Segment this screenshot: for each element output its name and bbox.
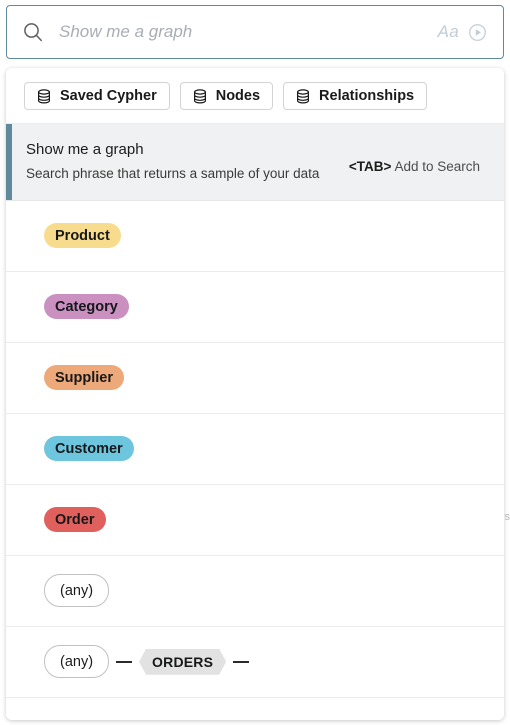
search-icon bbox=[7, 20, 59, 44]
any-node-pill[interactable]: (any) bbox=[44, 645, 110, 679]
suggestion-hint-action: Add to Search bbox=[394, 159, 480, 174]
filter-chips-row: Saved Cypher Nodes Relationships bbox=[6, 68, 504, 124]
highlighted-suggestion-row[interactable]: Show me a graph Search phrase that retur… bbox=[6, 124, 504, 201]
filter-chip-label: Relationships bbox=[319, 88, 415, 104]
list-item[interactable]: Order bbox=[6, 484, 504, 556]
relationship-line-icon bbox=[116, 660, 133, 663]
node-label-pill[interactable]: Category bbox=[44, 294, 129, 320]
list-item[interactable]: Supplier bbox=[6, 342, 504, 414]
list-item[interactable]: Category bbox=[6, 271, 504, 343]
filter-chip-label: Nodes bbox=[215, 88, 261, 104]
list-item[interactable]: Customer bbox=[6, 413, 504, 485]
search-input[interactable] bbox=[59, 22, 438, 42]
database-icon bbox=[37, 88, 51, 104]
filter-chip-saved-cypher[interactable]: Saved Cypher bbox=[24, 82, 170, 110]
list-item[interactable]: (any) ORDERS bbox=[6, 626, 504, 698]
any-node-pill[interactable]: (any) bbox=[44, 574, 110, 608]
background-text-fragment: s bbox=[504, 511, 510, 523]
suggestion-subtitle: Search phrase that returns a sample of y… bbox=[26, 166, 320, 182]
list-item[interactable]: (any) bbox=[6, 697, 504, 720]
filter-chip-nodes[interactable]: Nodes bbox=[179, 82, 274, 110]
node-label-pill[interactable]: Supplier bbox=[44, 365, 125, 391]
case-sensitivity-toggle[interactable]: Aa bbox=[438, 22, 459, 42]
filter-chip-relationships[interactable]: Relationships bbox=[283, 82, 428, 110]
node-label-pill[interactable]: Order bbox=[44, 507, 106, 533]
node-label-pill[interactable]: Product bbox=[44, 223, 121, 249]
list-item[interactable]: (any) bbox=[6, 555, 504, 627]
suggestion-hint-key: <TAB> bbox=[348, 159, 392, 174]
relationship-line-icon bbox=[233, 660, 250, 663]
search-bar[interactable]: Aa bbox=[6, 5, 504, 59]
filter-chip-label: Saved Cypher bbox=[60, 88, 157, 104]
suggestion-text-block: Show me a graph Search phrase that retur… bbox=[26, 140, 319, 183]
list-item[interactable]: Product bbox=[6, 200, 504, 272]
suggestion-keyboard-hint: <TAB> Add to Search bbox=[349, 159, 480, 174]
database-icon bbox=[193, 88, 207, 104]
suggestion-title: Show me a graph bbox=[26, 141, 144, 158]
database-icon bbox=[296, 88, 310, 104]
suggestions-panel: Saved Cypher Nodes Relationships Show me… bbox=[6, 68, 504, 720]
relationship-type-badge[interactable]: ORDERS bbox=[139, 649, 226, 675]
node-label-pill[interactable]: Customer bbox=[44, 436, 134, 462]
play-circle-icon[interactable] bbox=[468, 23, 487, 42]
